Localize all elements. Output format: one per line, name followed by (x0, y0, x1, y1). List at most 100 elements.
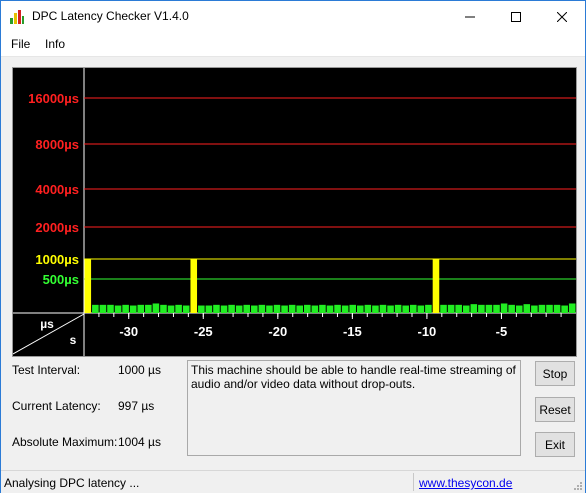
status-divider (413, 473, 414, 491)
app-logo-icon (10, 10, 24, 24)
latency-bar (432, 259, 440, 313)
latency-bar (288, 304, 296, 313)
exit-button[interactable]: Exit (535, 432, 575, 457)
latency-bar (500, 303, 508, 313)
latency-bar (523, 304, 531, 313)
latency-bar (387, 305, 394, 313)
app-window: DPC Latency Checker V1.4.0 File Info 160… (0, 0, 586, 493)
x-tick-label: -20 (268, 324, 287, 339)
latency-bar (205, 305, 213, 313)
latency-bar (304, 304, 311, 313)
latency-bar (538, 304, 546, 313)
latency-bar (553, 304, 561, 313)
latency-bar (258, 304, 266, 313)
test-interval-label: Test Interval: (12, 363, 81, 377)
x-unit-label: s (70, 333, 77, 347)
x-tick-label: -25 (194, 324, 213, 339)
menu-info[interactable]: Info (45, 37, 65, 51)
latency-bar (273, 304, 281, 313)
latency-chart-svg: 16000µs 8000µs 4000µs 2000µs 1000µs 500µs -30 -… (12, 68, 576, 356)
latency-bar (107, 304, 114, 313)
latency-bar (447, 304, 455, 313)
close-icon (557, 11, 567, 22)
latency-bar (364, 304, 372, 313)
y-level-label: 16000µs (28, 91, 79, 106)
latency-bar (515, 305, 523, 313)
stop-button[interactable]: Stop (535, 361, 575, 386)
latency-bar (379, 304, 387, 313)
latency-bar (425, 304, 432, 313)
latency-bar (326, 305, 334, 313)
latency-bar (493, 304, 500, 313)
x-tick-label: -30 (119, 324, 138, 339)
latency-bar (167, 305, 175, 313)
y-level-label: 2000µs (35, 220, 79, 235)
y-unit-label: µs (40, 317, 54, 331)
latency-bar (341, 305, 349, 313)
latency-bar (440, 304, 447, 313)
maximize-button[interactable] (493, 1, 539, 32)
y-level-label: 8000µs (35, 137, 79, 152)
latency-bar (190, 259, 198, 313)
latency-bar (349, 304, 356, 313)
latency-bar (243, 304, 251, 313)
latency-bar (220, 305, 228, 313)
latency-bar (152, 303, 160, 313)
menu-bar: File Info (1, 32, 585, 57)
x-tick-label: -15 (343, 324, 362, 339)
y-level-label: 4000µs (35, 182, 79, 197)
latency-bar (568, 303, 576, 313)
latency-bar (160, 304, 167, 313)
latency-bar (296, 305, 304, 313)
latency-bar (251, 305, 258, 313)
latency-bar (455, 304, 462, 313)
latency-bar (478, 304, 485, 313)
latency-bar (546, 304, 553, 313)
latency-bar (470, 304, 478, 313)
result-message: This machine should be able to handle re… (187, 360, 521, 456)
latency-bar (417, 305, 425, 313)
latency-bar (394, 304, 402, 313)
latency-bar (319, 304, 326, 313)
window-title: DPC Latency Checker V1.4.0 (32, 9, 189, 23)
latency-bar (485, 304, 493, 313)
latency-bar (462, 305, 470, 313)
latency-bar (137, 304, 145, 313)
close-button[interactable] (539, 1, 585, 32)
latency-bar (402, 305, 409, 313)
latency-bar (356, 305, 364, 313)
website-link[interactable]: www.thesycon.de (419, 476, 512, 490)
latency-bar (372, 305, 379, 313)
reset-button[interactable]: Reset (535, 397, 575, 422)
latency-chart: 16000µs 8000µs 4000µs 2000µs 1000µs 500µs -30 -… (12, 67, 577, 357)
latency-bar (266, 305, 273, 313)
latency-bar (228, 304, 235, 313)
latency-bar (311, 305, 319, 313)
resize-grip-icon[interactable] (573, 481, 583, 491)
latency-bar (213, 304, 220, 313)
menu-file[interactable]: File (11, 37, 30, 51)
status-text: Analysing DPC latency ... (4, 476, 140, 490)
latency-bar (182, 305, 190, 313)
title-bar: DPC Latency Checker V1.4.0 (1, 1, 585, 32)
latency-bar (122, 304, 129, 313)
absolute-max-label: Absolute Maximum: (12, 435, 118, 449)
absolute-max-value: 1004 µs (118, 435, 161, 449)
maximize-icon (511, 11, 521, 22)
current-latency-value: 997 µs (118, 399, 155, 413)
status-bar: Analysing DPC latency ... www.thesycon.d… (1, 470, 585, 493)
latency-bar (99, 304, 107, 313)
latency-bar (508, 304, 515, 313)
latency-bar (235, 305, 243, 313)
latency-bar (334, 304, 341, 313)
latency-bar (145, 304, 152, 313)
latency-bar (281, 305, 288, 313)
current-latency-label: Current Latency: (12, 399, 101, 413)
minimize-icon (465, 16, 475, 17)
latency-bar (129, 305, 137, 313)
x-tick-label: -10 (418, 324, 437, 339)
y-level-label: 1000µs (35, 252, 79, 267)
latency-bar (409, 304, 417, 313)
latency-bar (198, 305, 205, 313)
minimize-button[interactable] (447, 1, 493, 32)
